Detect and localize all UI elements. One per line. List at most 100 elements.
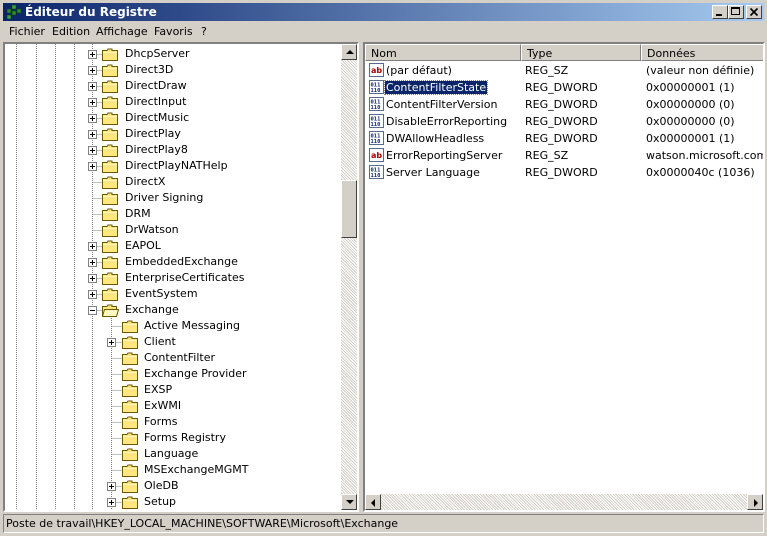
- tree-item[interactable]: Direct3D: [5, 62, 341, 78]
- tree-item[interactable]: Exchange Provider: [5, 366, 341, 382]
- tree-item[interactable]: Forms: [5, 414, 341, 430]
- menu-favoris[interactable]: Favoris: [154, 25, 193, 38]
- folder-icon: [122, 352, 138, 365]
- tree-scroll-down-button[interactable]: [341, 494, 357, 510]
- folder-icon: [122, 496, 138, 509]
- tree-item[interactable]: ContentFilter: [5, 350, 341, 366]
- tree-item[interactable]: Driver Signing: [5, 190, 341, 206]
- tree-item-label: DirectPlay8: [125, 143, 188, 156]
- menu-affichage[interactable]: Affichage: [96, 25, 148, 38]
- tree-item[interactable]: EventSystem: [5, 286, 341, 302]
- folder-icon: [102, 256, 118, 269]
- tree-item[interactable]: DirectPlay8: [5, 142, 341, 158]
- title-bar[interactable]: Éditeur du Registre: [3, 3, 764, 21]
- tree-item[interactable]: Setup: [5, 494, 341, 510]
- expand-icon[interactable]: [107, 338, 116, 347]
- list-horizontal-scrollbar[interactable]: [365, 494, 763, 510]
- column-header-type[interactable]: Type: [521, 44, 641, 61]
- tree-item[interactable]: OleDB: [5, 478, 341, 494]
- tree-item[interactable]: DirectInput: [5, 94, 341, 110]
- menu-fichier[interactable]: Fichier: [9, 25, 45, 38]
- binary-value-icon: 011 110: [369, 80, 384, 94]
- menu-help[interactable]: ?: [201, 25, 207, 38]
- tree-item-label: ExWMI: [144, 399, 182, 412]
- tree-vertical-scrollbar[interactable]: [341, 44, 357, 510]
- expand-icon[interactable]: [88, 130, 97, 139]
- tree-item[interactable]: EAPOL: [5, 238, 341, 254]
- expand-icon[interactable]: [88, 274, 97, 283]
- expand-icon[interactable]: [88, 290, 97, 299]
- value-row[interactable]: 011 110 Server Language REG_DWORD 0x0000040c…: [365, 164, 763, 181]
- tree-item[interactable]: Forms Registry: [5, 430, 341, 446]
- tree-item[interactable]: EnterpriseCertificates: [5, 270, 341, 286]
- expand-icon[interactable]: [88, 66, 97, 75]
- expand-icon[interactable]: [88, 162, 97, 171]
- expand-icon[interactable]: [88, 242, 97, 251]
- tree-item-label: OleDB: [144, 479, 179, 492]
- tree-scroll-up-button[interactable]: [341, 44, 357, 60]
- tree-item[interactable]: Active Messaging: [5, 318, 341, 334]
- tree-item[interactable]: DRM: [5, 206, 341, 222]
- expand-icon[interactable]: [88, 98, 97, 107]
- tree-item[interactable]: MSExchangeMGMT: [5, 462, 341, 478]
- expand-icon[interactable]: [107, 482, 116, 491]
- tree-item[interactable]: DirectPlayNATHelp: [5, 158, 341, 174]
- value-data: 0x00000001 (1): [646, 81, 735, 94]
- key-tree-pane[interactable]: DhcpServer Direct3D DirectDraw DirectInput D…: [3, 42, 359, 512]
- folder-icon: [102, 48, 118, 61]
- value-row[interactable]: 011 110 ContentFilterState REG_DWORD 0x00000…: [365, 79, 763, 96]
- tree-item[interactable]: DirectPlay: [5, 126, 341, 142]
- value-row[interactable]: 011 110 ContentFilterVersion REG_DWORD 0x000…: [365, 96, 763, 113]
- menu-edition[interactable]: Edition: [52, 25, 90, 38]
- tree-item[interactable]: EmbeddedExchange: [5, 254, 341, 270]
- tree-item-label: Setup: [144, 495, 177, 508]
- tree-item[interactable]: EXSP: [5, 382, 341, 398]
- tree-item-label: DirectDraw: [125, 79, 187, 92]
- expand-icon[interactable]: [88, 114, 97, 123]
- tree-item-label: Active Messaging: [144, 319, 240, 332]
- expand-icon[interactable]: [88, 146, 97, 155]
- tree-item-label: DirectMusic: [125, 111, 190, 124]
- column-header-data[interactable]: Données: [641, 44, 763, 61]
- tree-item-label: EAPOL: [125, 239, 161, 252]
- tree-item-label: Language: [144, 447, 199, 460]
- tree-item[interactable]: DirectMusic: [5, 110, 341, 126]
- value-data: 0x00000001 (1): [646, 132, 735, 145]
- close-icon: [749, 7, 759, 17]
- column-header-data-label: Données: [647, 47, 696, 60]
- expand-icon[interactable]: [88, 50, 97, 59]
- values-list-pane[interactable]: Nom Type Données ab (par défaut) REG_SZ (va…: [363, 42, 765, 512]
- column-header-name[interactable]: Nom: [365, 44, 521, 61]
- tree-item[interactable]: Client: [5, 334, 341, 350]
- collapse-icon[interactable]: [88, 306, 97, 315]
- value-data: 0x0000040c (1036): [646, 166, 755, 179]
- registry-editor-icon: [6, 4, 22, 20]
- tree-item-label: Direct3D: [125, 63, 174, 76]
- tree-item[interactable]: Language: [5, 446, 341, 462]
- tree-item-label: ContentFilter: [144, 351, 215, 364]
- tree-item[interactable]: Exchange: [5, 302, 341, 318]
- value-row[interactable]: 011 110 DWAllowHeadless REG_DWORD 0x00000001…: [365, 130, 763, 147]
- expand-icon[interactable]: [88, 258, 97, 267]
- value-row[interactable]: 011 110 DisableErrorReporting REG_DWORD 0x00…: [365, 113, 763, 130]
- value-row[interactable]: ab (par défaut) REG_SZ (valeur non définie): [365, 62, 763, 79]
- expand-icon[interactable]: [88, 82, 97, 91]
- value-row[interactable]: ab ErrorReportingServer REG_SZ watson.micro…: [365, 147, 763, 164]
- tree-item[interactable]: DirectDraw: [5, 78, 341, 94]
- tree-item[interactable]: ExWMI: [5, 398, 341, 414]
- tree-item[interactable]: DhcpServer: [5, 46, 341, 62]
- tree-item-label: DirectPlay: [125, 127, 181, 140]
- expand-icon[interactable]: [107, 498, 116, 507]
- tree-item[interactable]: DrWatson: [5, 222, 341, 238]
- registry-editor-window: Éditeur du Registre Fichier Edition Affi…: [0, 0, 767, 536]
- list-scroll-left-button[interactable]: [365, 494, 381, 510]
- minimize-button[interactable]: [712, 5, 728, 19]
- value-type: REG_DWORD: [525, 132, 598, 145]
- close-button[interactable]: [746, 5, 762, 19]
- list-scroll-right-button[interactable]: [747, 494, 763, 510]
- tree-item[interactable]: DirectX: [5, 174, 341, 190]
- maximize-button[interactable]: [728, 5, 744, 19]
- value-type: REG_DWORD: [525, 81, 598, 94]
- tree-scroll-thumb[interactable]: [341, 180, 357, 239]
- folder-icon: [122, 368, 138, 381]
